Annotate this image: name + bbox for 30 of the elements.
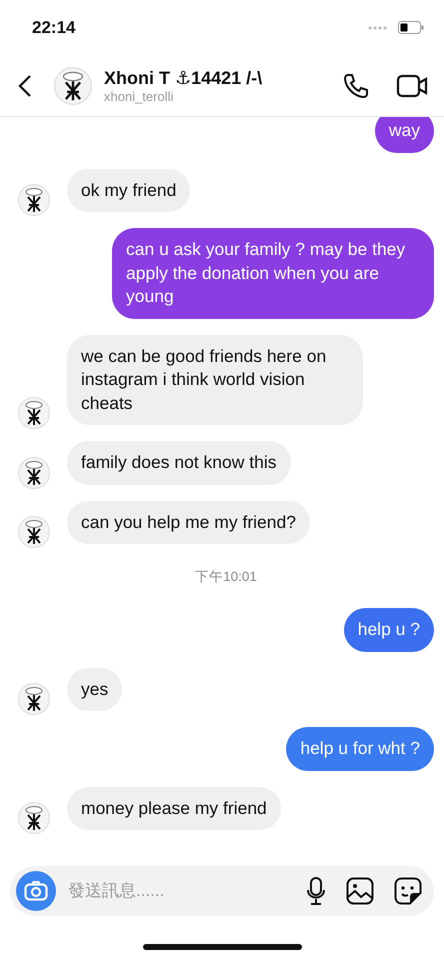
received-message: yes: [67, 668, 122, 711]
avatar-icon: [18, 397, 50, 429]
received-message: money please my friend: [67, 786, 281, 830]
sticker-icon[interactable]: [394, 877, 422, 905]
gallery-icon[interactable]: [346, 877, 374, 905]
contact-name: Xhoni T ⚓14421 /-\: [104, 68, 264, 88]
sent-message: can u ask your family ? may be they apply the donation when you are young: [112, 228, 434, 318]
received-message: ok my friend: [67, 168, 190, 212]
avatar-icon: [18, 683, 50, 715]
avatar-icon: [18, 516, 50, 548]
avatar-icon: [18, 456, 50, 488]
microphone-icon[interactable]: [306, 876, 326, 906]
sent-message: help u ?: [344, 608, 434, 652]
sent-message: way: [374, 117, 434, 152]
camera-icon: [24, 881, 48, 901]
sent-message: help u for wht ?: [286, 727, 434, 770]
received-message: family does not know this: [67, 441, 291, 484]
phone-icon[interactable]: [342, 72, 370, 100]
battery-icon: [398, 21, 424, 34]
avatar-icon: [18, 802, 50, 834]
received-message: we can be good friends here on instagram i think world vision cheats: [67, 334, 363, 425]
video-call-icon[interactable]: [396, 72, 428, 98]
contact-username: xhoni_terolli: [104, 88, 174, 104]
received-message: can you help me my friend?: [67, 500, 310, 544]
avatar-icon: [54, 66, 92, 104]
status-time: 22:14: [32, 18, 76, 38]
timestamp: 下午10:01: [195, 568, 257, 586]
camera-button[interactable]: [16, 871, 56, 911]
avatar-icon: [18, 184, 50, 216]
back-icon[interactable]: [18, 74, 32, 98]
